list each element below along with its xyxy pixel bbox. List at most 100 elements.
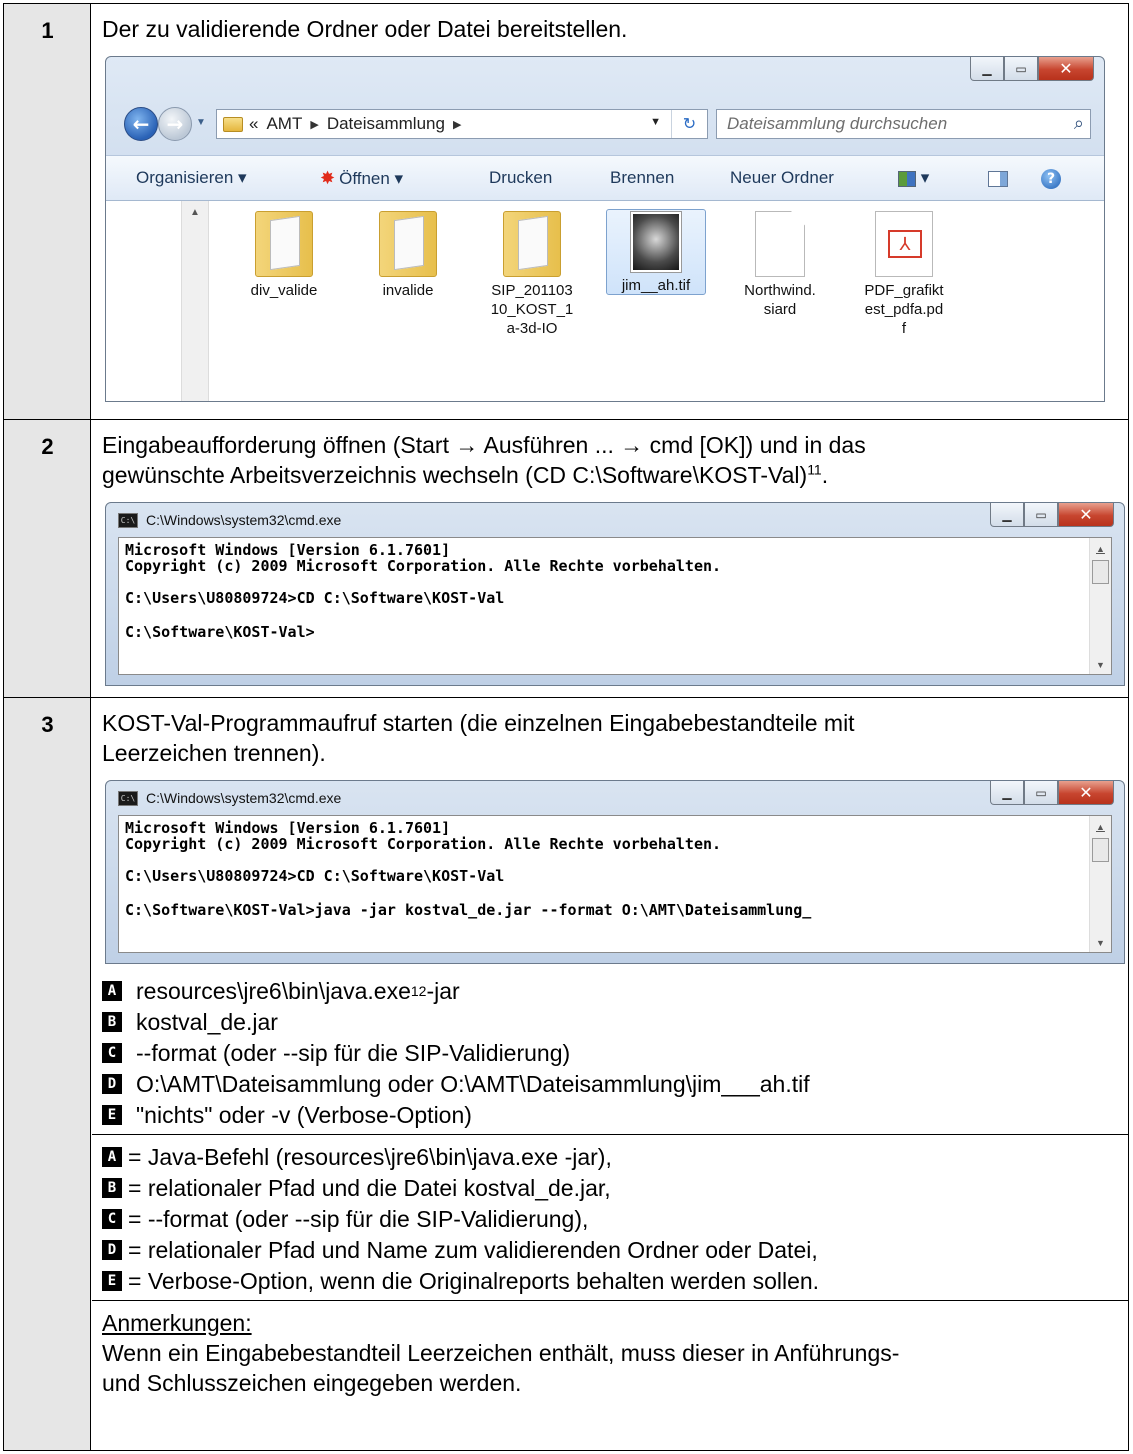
- legend-item: D = relationaler Pfad und Name zum validi…: [102, 1235, 818, 1265]
- close-button[interactable]: ✕: [1038, 57, 1094, 81]
- address-bar[interactable]: « AMT ▶ Dateisammlung ▶ ▼ ↻: [216, 109, 708, 139]
- step-number-cell: 1: [4, 4, 91, 419]
- footnote-marker: 11: [807, 461, 822, 478]
- scroll-up-icon[interactable]: ▲: [190, 207, 200, 218]
- step-number-cell: 2: [4, 420, 91, 697]
- step-text-main: gewünschte Arbeitsverzeichnis wechseln (…: [102, 462, 808, 488]
- search-input[interactable]: Dateisammlung durchsuchen ⌕: [716, 109, 1091, 139]
- part-text: "nichts" oder -v (Verbose-Option): [136, 1102, 472, 1128]
- step-content: Der zu validierende Ordner oder Datei be…: [92, 4, 1128, 419]
- file-name: 10_KOST_1: [490, 301, 574, 318]
- file-name: f: [901, 320, 907, 337]
- console-output[interactable]: Microsoft Windows [Version 6.1.7601] Cop…: [118, 815, 1112, 953]
- scroll-thumb[interactable]: [1092, 560, 1109, 584]
- notes-heading: Anmerkungen:: [102, 1310, 252, 1336]
- preview-pane-button[interactable]: [988, 168, 1008, 188]
- help-icon: ?: [1041, 169, 1061, 189]
- scroll-thumb[interactable]: [1092, 838, 1109, 862]
- part-text: O:\AMT\Dateisammlung oder O:\AMT\Dateisa…: [136, 1071, 810, 1097]
- letter-badge: E: [102, 1271, 122, 1291]
- minimize-button[interactable]: ▁: [970, 57, 1004, 81]
- legend-text: = Verbose-Option, wenn die Originalrepor…: [128, 1268, 820, 1294]
- open-menu-label: Öffnen ▾: [339, 169, 404, 188]
- legend-item: E = Verbose-Option, wenn die Originalrepo…: [102, 1266, 819, 1296]
- step-number: 3: [41, 712, 54, 737]
- organize-menu[interactable]: Organisieren ▾: [136, 168, 247, 188]
- forward-arrow-icon[interactable]: →: [158, 107, 192, 141]
- breadcrumb-arrow-icon[interactable]: ▶: [453, 118, 461, 131]
- file-name: jim__ah.tif: [621, 277, 691, 294]
- cmd-icon: C:\: [118, 512, 138, 528]
- minimize-button[interactable]: ▁: [990, 781, 1024, 805]
- scroll-down-icon[interactable]: ▼: [1096, 938, 1105, 948]
- close-button[interactable]: ✕: [1058, 503, 1114, 527]
- legend-text: = relationaler Pfad und die Datei kostva…: [128, 1175, 611, 1201]
- breadcrumb-dateisammlung[interactable]: Dateisammlung: [327, 114, 445, 134]
- help-button[interactable]: ?: [1041, 168, 1061, 189]
- maximize-button[interactable]: ▭: [1024, 781, 1058, 805]
- file-item[interactable]: Northwind. siard: [730, 211, 830, 319]
- console-scrollbar[interactable]: ▲ ▼: [1089, 816, 1111, 952]
- step-row-3: 3 KOST-Val-Programmaufruf starten (die e…: [4, 698, 1128, 1450]
- file-name: invalide: [382, 282, 434, 299]
- step-row-1: 1 Der zu validierende Ordner oder Datei …: [4, 4, 1128, 420]
- breadcrumb-amt[interactable]: AMT: [266, 114, 302, 134]
- console-line: C:\Users\U80809724>CD C:\Software\KOST-V…: [125, 589, 505, 607]
- folder-icon: [503, 211, 561, 277]
- scroll-down-icon[interactable]: ▼: [1096, 660, 1105, 670]
- file-item[interactable]: invalide: [358, 211, 458, 300]
- burn-button[interactable]: Brennen: [610, 168, 674, 188]
- address-overflow[interactable]: «: [249, 114, 258, 134]
- console-line: Copyright (c) 2009 Microsoft Corporation…: [125, 557, 722, 575]
- file-name: PDF_grafikt: [864, 282, 944, 299]
- letter-badge: E: [102, 1105, 122, 1125]
- minimize-button[interactable]: ▁: [990, 503, 1024, 527]
- file-name: a-3d-IO: [506, 320, 558, 337]
- file-name: Northwind.: [744, 282, 816, 299]
- address-dropdown-icon[interactable]: ▼: [650, 116, 661, 128]
- window-title-text: C:\Windows\system32\cmd.exe: [146, 790, 342, 806]
- letter-badge: B: [102, 1012, 122, 1032]
- file-item[interactable]: div_valide: [234, 211, 334, 300]
- navigation-scrollbar[interactable]: ▲: [181, 201, 209, 401]
- divider: [92, 1134, 1128, 1135]
- window-title: C:\ C:\Windows\system32\cmd.exe: [118, 790, 341, 806]
- views-icon: [898, 170, 916, 187]
- legend-item: B = relationaler Pfad und die Datei kostv…: [102, 1173, 611, 1203]
- console-output[interactable]: Microsoft Windows [Version 6.1.7601] Cop…: [118, 537, 1112, 675]
- letter-badge: D: [102, 1240, 122, 1260]
- maximize-button[interactable]: ▭: [1004, 57, 1038, 81]
- step-text: Der zu validierende Ordner oder Datei be…: [102, 16, 628, 42]
- open-menu[interactable]: ✸ Öffnen ▾: [320, 168, 403, 189]
- file-name: siard: [763, 301, 797, 318]
- views-button[interactable]: ▾: [898, 168, 929, 188]
- notes-line-2: und Schlusszeichen eingegeben werden.: [102, 1370, 522, 1396]
- close-button[interactable]: ✕: [1058, 781, 1114, 805]
- console-scrollbar[interactable]: ▲ ▼: [1089, 538, 1111, 674]
- history-dropdown-icon[interactable]: ▼: [196, 117, 206, 128]
- step-text-end: .: [821, 462, 829, 488]
- letter-badge: B: [102, 1178, 122, 1198]
- file-item[interactable]: SIP_201103 10_KOST_1 a-3d-IO: [482, 211, 582, 338]
- search-icon[interactable]: ⌕: [1074, 113, 1084, 134]
- back-arrow-icon[interactable]: ←: [124, 107, 158, 141]
- command-part: E "nichts" oder -v (Verbose-Option): [102, 1100, 472, 1130]
- file-name: div_valide: [250, 282, 318, 299]
- breadcrumb-arrow-icon[interactable]: ▶: [310, 118, 318, 131]
- print-button[interactable]: Drucken: [489, 168, 552, 188]
- letter-badge: C: [102, 1043, 122, 1063]
- maximize-button[interactable]: ▭: [1024, 503, 1058, 527]
- scroll-up-icon[interactable]: ▲: [1096, 822, 1105, 832]
- legend-item: C = --format (oder --sip für die SIP-Vali…: [102, 1204, 588, 1234]
- legend-text: = --format (oder --sip für die SIP-Valid…: [128, 1206, 589, 1232]
- preview-pane-icon: [988, 170, 1008, 187]
- refresh-icon[interactable]: ↻: [671, 110, 707, 138]
- scroll-up-icon[interactable]: ▲: [1096, 544, 1105, 554]
- legend-text: = Java-Befehl (resources\jre6\bin\java.e…: [128, 1144, 612, 1170]
- console-line: C:\Software\KOST-Val>: [125, 623, 315, 641]
- file-item-selected[interactable]: jim__ah.tif: [606, 209, 706, 295]
- letter-badge: A: [102, 1147, 122, 1167]
- new-folder-button[interactable]: Neuer Ordner: [730, 168, 834, 188]
- file-item[interactable]: ⅄ PDF_grafikt est_pdfa.pd f: [854, 211, 954, 338]
- step-number-cell: 3: [4, 698, 91, 1450]
